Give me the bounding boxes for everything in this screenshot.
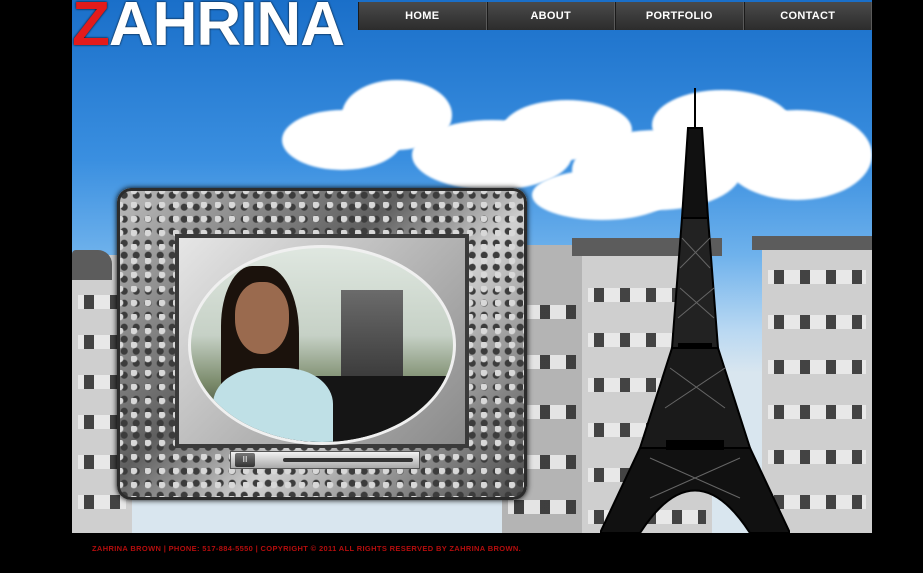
video-controls: II (230, 451, 420, 469)
nav-home[interactable]: HOME (358, 2, 487, 30)
eiffel-tower-illustration (600, 88, 790, 533)
logo-first-letter: Z (72, 0, 110, 59)
building-roof (72, 250, 112, 280)
site-logo[interactable]: ZAHRINA (72, 0, 345, 59)
video-person-body (213, 368, 333, 442)
nav-portfolio[interactable]: PORTFOLIO (615, 2, 744, 30)
main-nav: HOME ABOUT PORTFOLIO CONTACT (358, 2, 872, 30)
video-person-face (235, 282, 289, 354)
nav-contact[interactable]: CONTACT (743, 2, 872, 30)
video-progress-bar[interactable] (283, 458, 413, 462)
footer-copyright: ZAHRINA BROWN | PHONE: 517-884-5550 | CO… (92, 544, 522, 553)
logo-rest: AHRINA (108, 0, 345, 59)
pause-button[interactable]: II (235, 453, 255, 467)
video-background-monitor (341, 290, 403, 378)
nav-about[interactable]: ABOUT (486, 2, 615, 30)
video-player[interactable] (188, 245, 456, 445)
pause-icon: II (242, 455, 248, 464)
